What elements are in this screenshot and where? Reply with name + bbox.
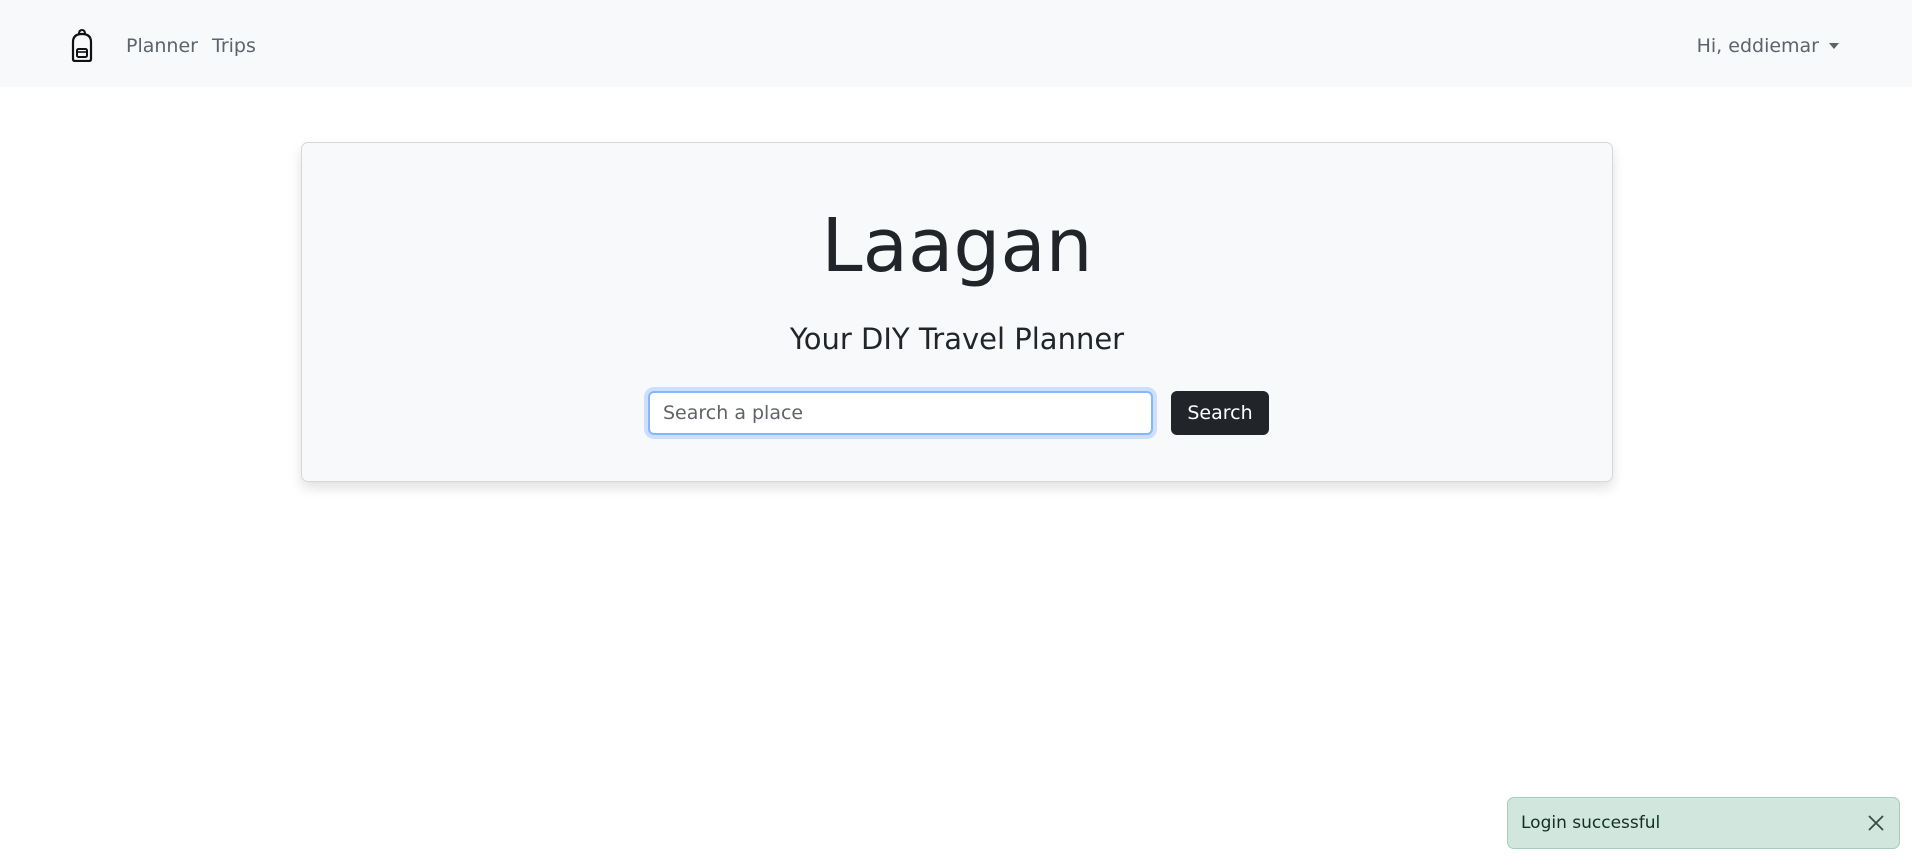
hero-card: Laagan Your DIY Travel Planner Search: [301, 142, 1613, 482]
user-greeting: Hi, eddiemar: [1696, 35, 1819, 57]
close-icon[interactable]: [1865, 812, 1887, 834]
nav-link-trips[interactable]: Trips: [212, 34, 256, 58]
app-title: Laagan: [821, 203, 1093, 289]
backpack-icon[interactable]: [68, 28, 96, 62]
user-menu-dropdown[interactable]: Hi, eddiemar: [1697, 34, 1839, 58]
login-toast: Login successful: [1507, 797, 1900, 849]
nav-link-planner[interactable]: Planner: [126, 34, 198, 58]
top-navbar: Planner Trips Hi, eddiemar: [0, 0, 1912, 87]
toast-message: Login successful: [1521, 813, 1661, 833]
caret-down-icon: [1829, 43, 1839, 49]
search-button[interactable]: Search: [1171, 391, 1269, 435]
app-tagline: Your DIY Travel Planner: [789, 322, 1125, 356]
search-input[interactable]: [648, 391, 1153, 435]
